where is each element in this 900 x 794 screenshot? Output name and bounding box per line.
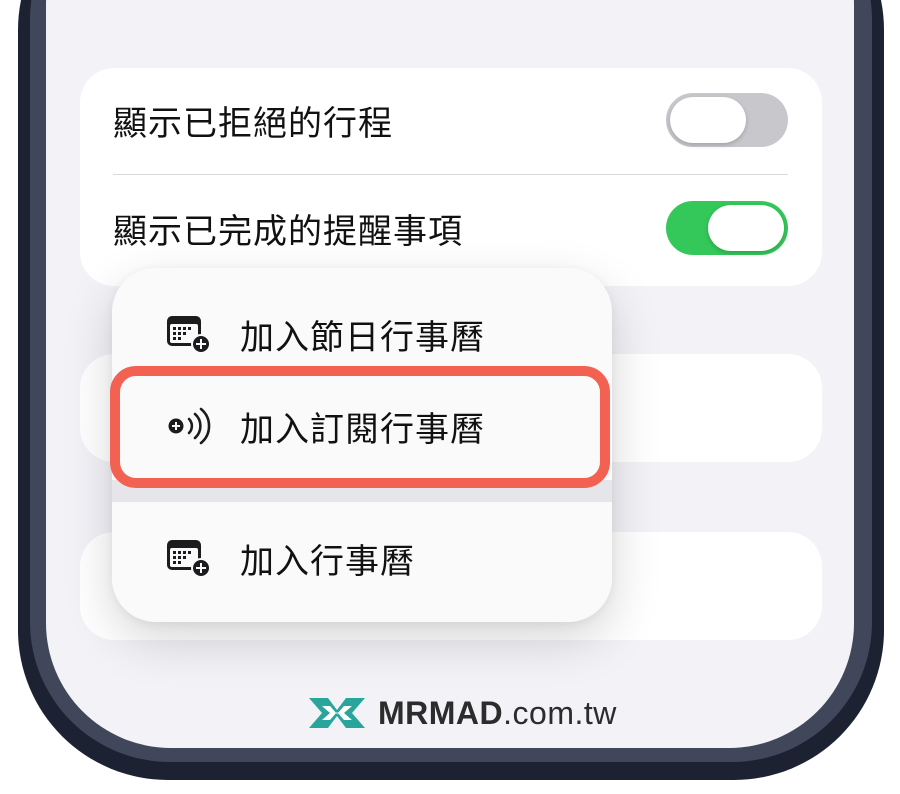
menu-item-add-holiday-calendar[interactable]: 加入節日行事曆 bbox=[112, 288, 612, 378]
declined-events-toggle[interactable] bbox=[666, 93, 788, 147]
menu-item-label: 加入節日行事曆 bbox=[240, 318, 485, 358]
watermark-brand: MRMAD bbox=[378, 694, 504, 731]
watermark-domain: .com.tw bbox=[503, 694, 617, 731]
toggle-knob bbox=[670, 97, 746, 143]
watermark-text: MRMAD.com.tw bbox=[378, 695, 617, 732]
setting-row-declined-events: 顯示已拒絕的行程 bbox=[80, 68, 822, 176]
calendar-add-icon bbox=[167, 540, 211, 578]
mrmad-logo-icon bbox=[309, 698, 365, 728]
watermark-logo: MRMAD.com.tw bbox=[306, 690, 617, 736]
calendar-add-icon bbox=[167, 316, 211, 354]
toggle-knob bbox=[708, 205, 784, 251]
highlight-annotation-box bbox=[110, 366, 610, 488]
row-divider bbox=[113, 174, 788, 175]
setting-label: 顯示已拒絕的行程 bbox=[113, 104, 393, 144]
settings-group: 顯示已拒絕的行程 顯示已完成的提醒事項 bbox=[80, 68, 822, 286]
completed-reminders-toggle[interactable] bbox=[666, 201, 788, 255]
menu-item-add-calendar[interactable]: 加入行事曆 bbox=[112, 512, 612, 602]
menu-item-label: 加入行事曆 bbox=[240, 542, 415, 582]
setting-label: 顯示已完成的提醒事項 bbox=[113, 212, 463, 252]
